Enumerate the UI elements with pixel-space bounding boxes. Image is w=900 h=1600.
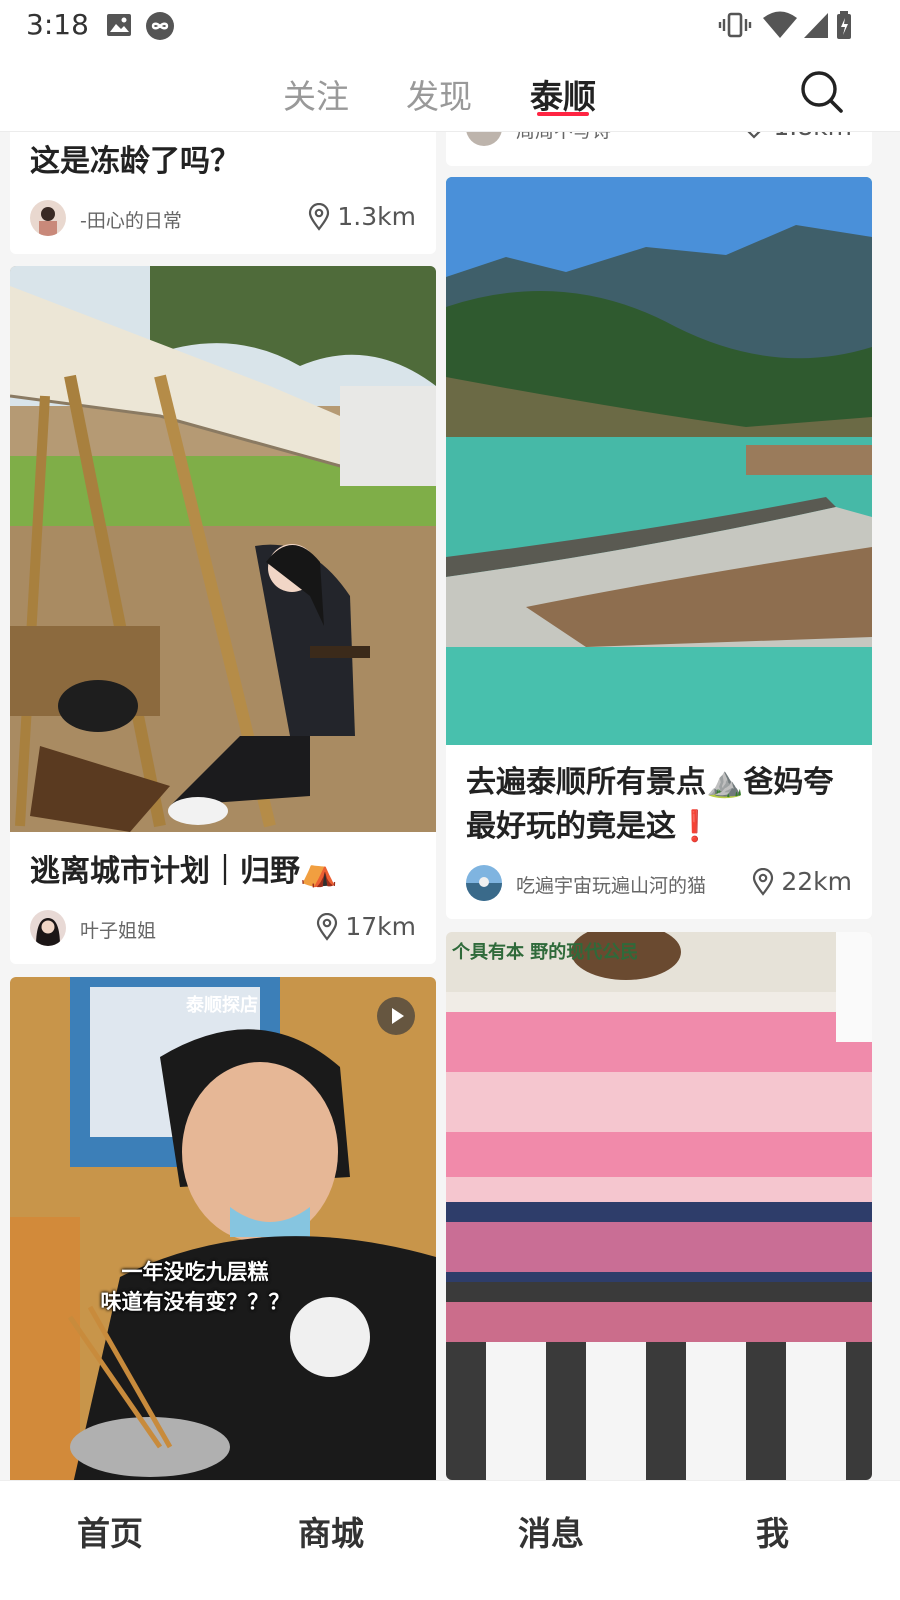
- nav-me[interactable]: 我: [756, 1507, 789, 1555]
- distance-value: 17km: [345, 912, 416, 941]
- author-name: -田心的日常: [80, 210, 182, 232]
- play-icon: [392, 1008, 404, 1024]
- card-meta: 叶子姐姐 17km: [30, 910, 416, 950]
- feed: 这是冻龄了吗？ -田心的日常 1.3km 周周不写诗 1.8km: [0, 132, 900, 1480]
- distance-label: 17km: [315, 912, 416, 941]
- signal-icon: [802, 10, 832, 40]
- card-title: 去遍泰顺所有景点⛰️爸妈夸最好玩的竟是这❗: [466, 765, 834, 844]
- avatar: [30, 910, 66, 946]
- heart-icon: [748, 132, 761, 139]
- card-title: 逃离城市计划｜归野⛺: [30, 854, 338, 889]
- distance-label: 1.3km: [307, 202, 416, 231]
- distance-label: 22km: [751, 867, 852, 896]
- card-meta: -田心的日常 1.3km: [30, 200, 416, 240]
- tab-discover[interactable]: 发现: [406, 70, 472, 118]
- vibrate-icon: [718, 10, 752, 40]
- card-image: [10, 977, 436, 1480]
- card-image: [10, 266, 436, 832]
- tab-taishun[interactable]: 泰顺: [530, 70, 596, 118]
- nav-mall[interactable]: 商城: [298, 1507, 364, 1555]
- nav-messages[interactable]: 消息: [518, 1507, 584, 1555]
- feed-card[interactable]: 去遍泰顺所有景点⛰️爸妈夸最好玩的竟是这❗ 吃遍宇宙玩遍山河的猫 22km: [446, 177, 872, 919]
- distance-label: 1.8km: [741, 132, 852, 141]
- caption-line: 一年没吃九层糕: [121, 1260, 269, 1284]
- tab-follow[interactable]: 关注: [283, 70, 349, 118]
- distance-value: 1.3km: [337, 202, 416, 231]
- card-meta: 吃遍宇宙玩遍山河的猫 22km: [466, 865, 852, 905]
- card-meta: 周周不写诗 1.8km: [466, 132, 852, 150]
- card-image: [446, 177, 872, 745]
- caption-line: 味道有没有变？？？: [100, 1290, 290, 1314]
- location-pin-icon: [309, 202, 330, 231]
- status-bar: 3:18: [0, 0, 900, 50]
- location-pin-icon: [317, 912, 338, 941]
- store-tag-label: 泰顺探店: [186, 995, 258, 1016]
- avatar: [466, 865, 502, 901]
- like-count: 1.8km: [773, 132, 852, 141]
- image-icon: [104, 10, 134, 40]
- avatar: [466, 132, 502, 146]
- play-button[interactable]: [377, 997, 415, 1035]
- banner-text: 个具有本 野的现代公民: [452, 942, 639, 963]
- wifi-icon: [762, 10, 797, 40]
- search-icon: [801, 71, 843, 113]
- avatar: [30, 200, 66, 236]
- author-name: 吃遍宇宙玩遍山河的猫: [516, 875, 707, 897]
- search-button[interactable]: [798, 68, 846, 116]
- battery-icon: [836, 10, 866, 40]
- author-name: 叶子姐姐: [80, 920, 157, 942]
- feed-card[interactable]: 这是冻龄了吗？ -田心的日常 1.3km: [10, 132, 436, 254]
- bottom-nav: 首页 商城 消息 我: [0, 1480, 900, 1600]
- feed-card[interactable]: 逃离城市计划｜归野⛺ 叶子姐姐 17km: [10, 266, 436, 964]
- distance-value: 22km: [781, 867, 852, 896]
- feed-card[interactable]: 周周不写诗 1.8km: [446, 132, 872, 166]
- top-nav: 关注 发现 泰顺: [0, 50, 900, 132]
- location-pin-icon: [753, 867, 774, 896]
- nav-home[interactable]: 首页: [77, 1507, 143, 1555]
- infinity-icon: [144, 10, 174, 40]
- card-image: [446, 932, 872, 1480]
- video-caption: 一年没吃九层糕 味道有没有变？？？: [80, 1257, 310, 1317]
- feed-card[interactable]: 个具有本 野的现代公民: [446, 932, 872, 1480]
- author-name: 周周不写诗: [516, 132, 611, 143]
- active-tab-indicator: [537, 112, 589, 116]
- card-title: 这是冻龄了吗？: [30, 144, 240, 179]
- status-time: 3:18: [26, 8, 89, 41]
- feed-card[interactable]: 泰顺探店 一年没吃九层糕 味道有没有变？？？: [10, 977, 436, 1480]
